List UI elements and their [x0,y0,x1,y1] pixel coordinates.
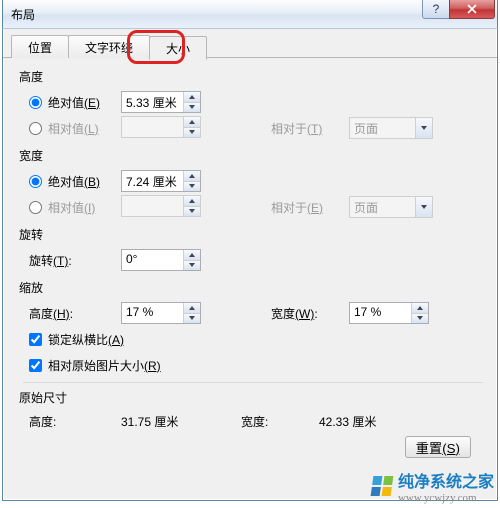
close-button[interactable] [449,0,495,19]
height-relative-radio[interactable] [29,122,42,135]
chevron-down-icon [415,118,432,138]
lock-aspect-checkbox[interactable] [29,333,42,346]
relative-original-label: 相对原始图片大小(R) [48,357,161,374]
scale-width-spin[interactable]: 17 % [349,302,429,324]
width-relative-radio[interactable] [29,201,42,214]
width-relative-spin [121,195,201,217]
height-absolute-radio[interactable] [29,96,42,109]
height-relative-to-combo: 页面 [349,117,433,139]
tab-size[interactable]: 大小 [149,36,207,60]
group-rotate-title: 旋转 [19,226,483,243]
original-height-value: 31.75 厘米 [121,413,241,430]
help-button[interactable]: ? [422,0,450,19]
width-relative-to-label: 相对于(E) [271,199,349,216]
rotate-spin[interactable]: 0° [121,249,201,271]
scale-width-label: 宽度(W): [271,307,318,321]
scale-height-label: 高度(H): [29,305,73,322]
group-width-title: 宽度 [19,147,483,164]
separator [23,382,483,383]
relative-original-checkbox[interactable] [29,359,42,372]
tab-bar: 位置 文字环绕 大小 [3,29,497,58]
window-title: 布局 [11,6,423,23]
titlebar: 布局 ? [2,0,498,29]
original-height-label: 高度: [29,413,121,430]
group-scale-title: 缩放 [19,279,483,296]
rotate-label: 旋转(T): [29,252,72,269]
watermark-text: 纯净系统之家 [398,468,494,492]
width-absolute-radio[interactable] [29,175,42,188]
layout-dialog: 布局 ? 位置 文字环绕 大小 高度 绝对值(E) 5.33 厘米 [2,0,498,501]
height-absolute-label: 绝对值(E) [48,94,100,111]
height-relative-spin [121,116,201,138]
width-relative-to-combo: 页面 [349,196,433,218]
width-absolute-spin[interactable]: 7.24 厘米 [121,170,201,192]
height-relative-label: 相对值(L) [48,120,99,137]
original-width-label: 宽度: [241,413,319,430]
group-height-title: 高度 [19,68,483,85]
reset-button[interactable]: 重置(S) [405,436,471,458]
watermark: 纯净系统之家 www.ycwjzy.com [372,468,494,504]
scale-height-spin[interactable]: 17 % [121,302,201,324]
original-width-value: 42.33 厘米 [319,413,376,430]
spin-up-icon[interactable] [184,92,200,102]
height-absolute-spin[interactable]: 5.33 厘米 [121,91,201,113]
spin-down-icon[interactable] [184,102,200,113]
width-absolute-label: 绝对值(B) [48,173,100,190]
width-relative-label: 相对值(I) [48,199,95,216]
watermark-url: www.ycwjzy.com [398,492,494,504]
group-original-title: 原始尺寸 [19,389,483,406]
lock-aspect-label: 锁定纵横比(A) [48,331,124,348]
tab-position[interactable]: 位置 [11,35,69,58]
close-icon [467,4,477,14]
watermark-logo-icon [371,476,394,496]
tab-text-wrap[interactable]: 文字环绕 [68,35,150,58]
height-relative-to-label: 相对于(T) [271,120,349,137]
